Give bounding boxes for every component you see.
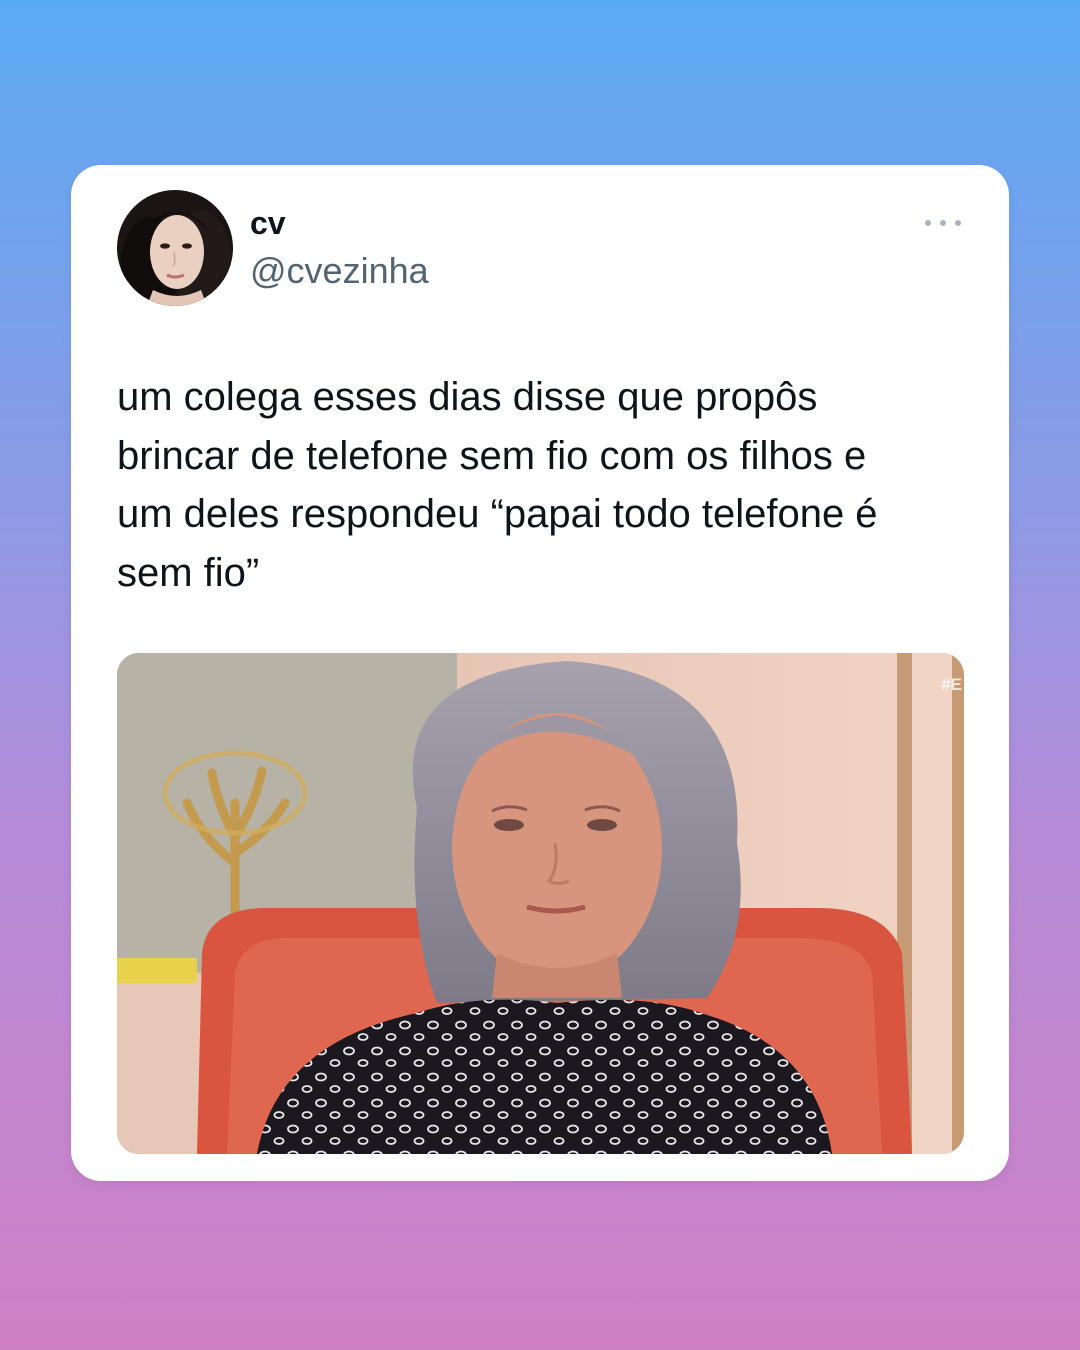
author-handle[interactable]: @cvezinha	[250, 253, 429, 289]
more-dot	[940, 220, 946, 226]
media-photo	[117, 653, 964, 1154]
media-watermark: #E	[941, 675, 962, 694]
more-dot	[925, 220, 931, 226]
more-dot	[955, 220, 961, 226]
avatar[interactable]	[117, 190, 233, 306]
more-options-icon[interactable]	[925, 209, 961, 237]
tweet-text: um colega esses dias disse que propôs br…	[117, 375, 878, 595]
avatar-photo	[117, 190, 233, 306]
tweet-media[interactable]: #E	[117, 653, 964, 1154]
author-name[interactable]: cv	[250, 207, 286, 239]
tweet-card[interactable]: cv @cvezinha um colega esses dias disse …	[71, 165, 1009, 1181]
